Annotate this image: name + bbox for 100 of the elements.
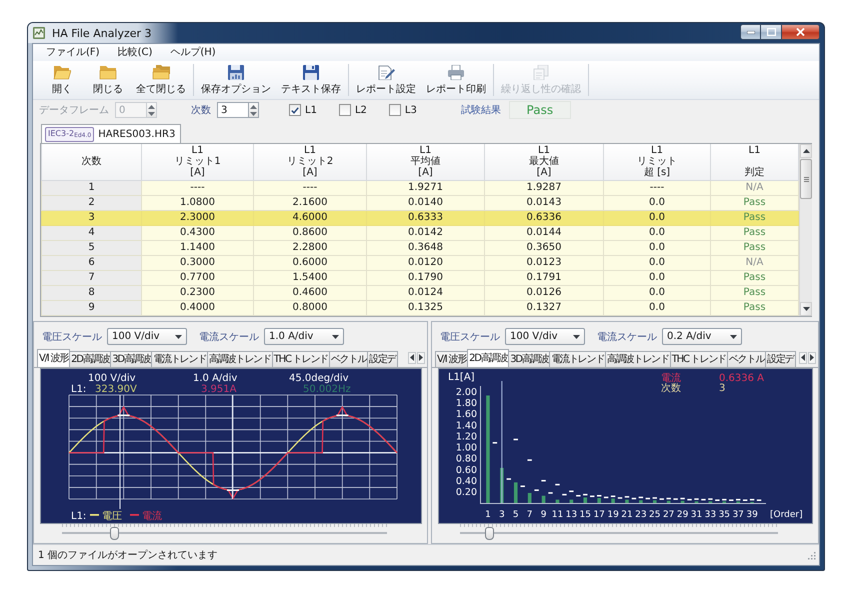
table-row[interactable]: 7 0.7700 1.5400 0.1790 0.1791 0.0 Pass [42, 270, 798, 285]
toolbar-button[interactable]: 開く [39, 64, 85, 96]
table-cell: 0.0 [604, 225, 710, 240]
harmonic-bar [652, 500, 657, 502]
table-row[interactable]: 5 1.1400 2.2800 0.3648 0.3650 0.0 Pass [42, 240, 798, 255]
tab-scroll-right-button[interactable] [808, 352, 816, 364]
checkbox[interactable] [289, 104, 301, 116]
scale-dropdown[interactable]: 100 V/div [107, 328, 187, 345]
axis-tick-label: 11 [552, 510, 564, 520]
scale-dropdown[interactable]: 1.0 A/div [264, 328, 344, 345]
tab-scroll-right-button[interactable] [417, 352, 425, 364]
view-tab[interactable]: ベクトル [726, 350, 766, 366]
view-tab[interactable]: V/I 波形 [435, 350, 468, 366]
toolbar-button[interactable]: 閉じる [85, 64, 131, 96]
table-cell: 0.0124 [366, 285, 484, 300]
view-tab[interactable]: ベクトル [328, 350, 368, 366]
view-tab[interactable]: 3D高調波 [508, 350, 550, 366]
scroll-down-button[interactable] [800, 302, 812, 316]
slider-thumb[interactable] [484, 527, 494, 540]
tab-scroll-left-button[interactable] [408, 352, 416, 364]
toolbar-button[interactable]: レポート印刷 [421, 64, 491, 96]
view-tab[interactable]: 電流トレンド [549, 350, 606, 366]
slider-thumb[interactable] [110, 527, 119, 540]
table-cell: 9 [42, 300, 142, 315]
view-tab[interactable]: 高調波トレンド [605, 350, 671, 366]
table-cell: 0.6333 [366, 210, 484, 225]
view-tab[interactable]: 電流トレンド [151, 350, 208, 366]
view-tab[interactable]: V/I 波形 [37, 348, 70, 366]
file-tab[interactable]: IEC3-2$_{Ed4.0}$ HARES003.HR3 [41, 124, 182, 143]
cursor-line[interactable] [120, 394, 121, 508]
table-cell: 2.2800 [254, 240, 366, 255]
view-tab[interactable]: 3D高調波 [110, 350, 152, 366]
view-tab[interactable]: 高調波トレンド [207, 350, 273, 366]
scale-dropdown[interactable]: 0.2 A/div [662, 328, 742, 345]
scale-dropdown[interactable]: 100 V/div [505, 328, 585, 345]
table-cell: 0.6336 [484, 210, 604, 225]
table-cell: 0.0 [604, 240, 710, 255]
harmonic-bar [514, 482, 518, 502]
table-cell: ---- [142, 180, 254, 195]
checkbox[interactable] [388, 104, 401, 116]
spin-button[interactable] [146, 102, 157, 118]
axis-tick-label: 5 [512, 510, 519, 520]
axis-tick-label: 37 [732, 510, 744, 520]
table-cell: 0.1325 [366, 300, 484, 315]
table-cell: 0.4300 [142, 225, 254, 240]
toolbar-button[interactable]: レポート設定 [351, 64, 421, 96]
harmonic-bar [680, 500, 684, 502]
table-row[interactable]: 1 ---- ---- 1.9271 1.9287 ---- N/A [42, 180, 798, 195]
checkbox[interactable] [338, 104, 351, 116]
limit-marker [722, 498, 726, 500]
toolbar-button[interactable]: テキスト保存 [276, 64, 346, 96]
column-header: L1 判定 [710, 144, 798, 180]
limit-marker [694, 498, 699, 500]
verdict-text: Pass [743, 287, 766, 298]
menu-item[interactable]: ファイル(F) [37, 44, 109, 61]
scrollbar-thumb[interactable] [800, 159, 812, 199]
scale-label: 電流スケール [199, 330, 259, 344]
table-row[interactable]: 8 0.2300 0.4600 0.0124 0.0126 0.0 Pass [42, 285, 798, 300]
table-row[interactable]: 4 0.4300 0.8600 0.0142 0.0144 0.0 Pass [42, 225, 798, 240]
table-row[interactable]: 6 0.3000 0.6000 0.0120 0.0123 0.0 N/A [42, 255, 798, 270]
cursor-line[interactable] [232, 394, 233, 498]
harmonic-bar [556, 499, 560, 502]
menu-item[interactable]: 比較(C) [108, 44, 162, 61]
limit-marker [583, 493, 588, 495]
close-button[interactable] [782, 24, 820, 40]
limit-marker [610, 495, 616, 497]
view-tab[interactable]: 設定デ [367, 350, 398, 366]
axis-tick-label: 17 [593, 510, 605, 520]
tab-scroll-left-button[interactable] [799, 352, 807, 364]
view-tab[interactable]: THC トレンド [272, 350, 330, 366]
limit-marker [646, 497, 650, 499]
table-row[interactable]: 2 1.0800 2.1600 0.0140 0.0143 0.0 Pass [42, 195, 798, 210]
reading-value: 50.002Hz [303, 384, 351, 394]
table-cell: 0.3650 [484, 240, 604, 255]
document-pencil-icon [377, 64, 395, 80]
number-field[interactable]: 3 [217, 102, 248, 118]
limit-marker [687, 498, 692, 500]
maximize-button[interactable] [761, 24, 782, 40]
table-row[interactable]: 3 2.3000 4.6000 0.6333 0.6336 0.0 Pass [42, 210, 798, 225]
table-cell: 1 [42, 180, 142, 195]
axis-tick-label: 29 [676, 510, 688, 520]
view-tab[interactable]: 2D高調波 [69, 350, 112, 366]
limit-marker [666, 497, 671, 499]
view-tab[interactable]: 設定デ [765, 350, 796, 366]
table-row[interactable]: 9 0.4000 0.8000 0.1325 0.1327 0.0 Pass [42, 300, 798, 315]
view-tab[interactable]: 2D高調波 [467, 348, 510, 366]
spin-button[interactable] [248, 102, 259, 118]
menu-item[interactable]: ヘルプ(H) [161, 44, 225, 61]
table-cell: 1.9271 [366, 180, 484, 195]
toolbar-button[interactable]: 全て閉じる [131, 64, 191, 96]
table-cell: 5 [42, 240, 142, 255]
view-tab[interactable]: THC トレンド [670, 350, 728, 366]
verdict-text: Pass [743, 242, 766, 253]
grip-icon [804, 176, 808, 182]
minimize-button[interactable] [740, 24, 761, 40]
limit-marker [506, 478, 511, 480]
legend-label: 電圧 [102, 510, 122, 522]
scroll-up-button[interactable] [800, 144, 812, 158]
peak-marker [336, 414, 348, 416]
toolbar-button[interactable]: 保存オプション [196, 64, 276, 96]
